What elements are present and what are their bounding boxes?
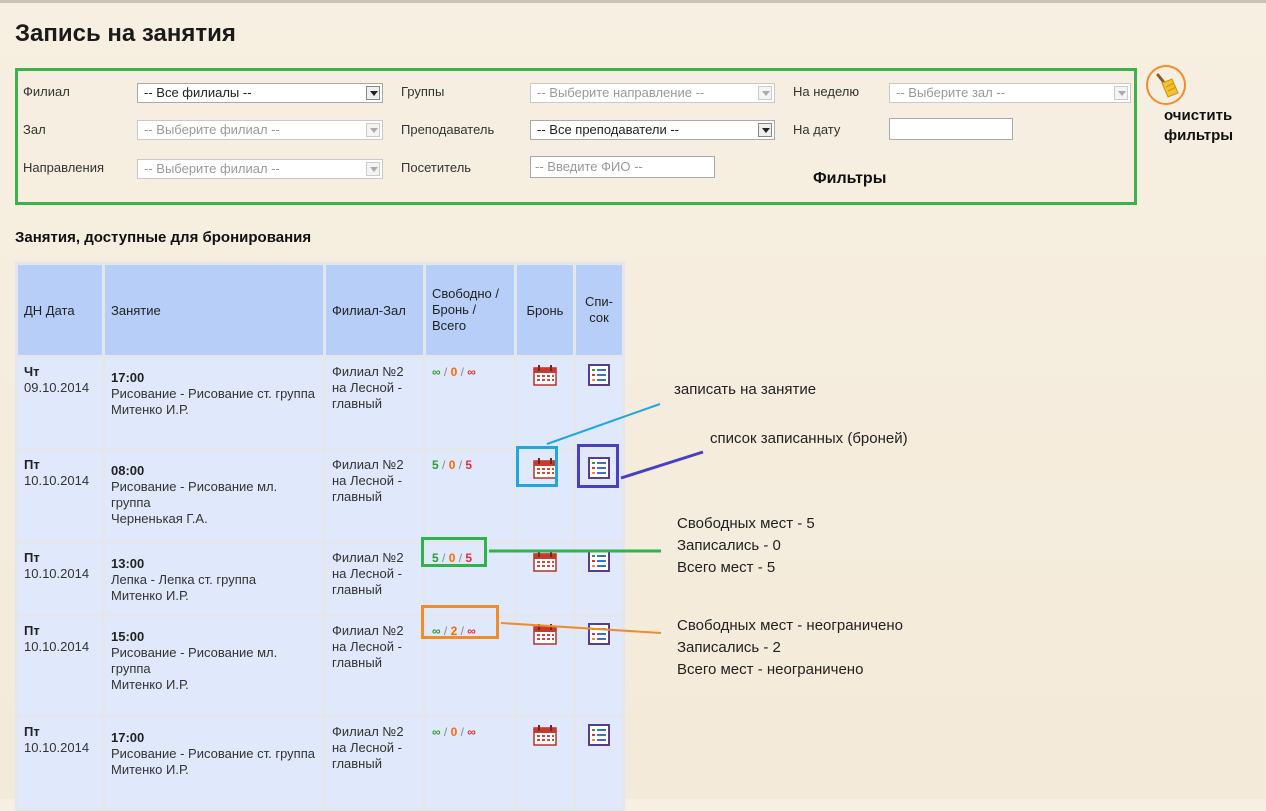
annotation-unlimited-line3: Всего мест - неограничено (677, 661, 864, 678)
annotation-limited-line3: Всего мест - 5 (677, 559, 776, 576)
annotation-list-text: список записанных (броней) (710, 430, 908, 447)
annotation-book-text: записать на занятие (674, 381, 817, 398)
annotation-lines (489, 403, 704, 634)
annotation-limited-line1: Свободных мест - 5 (677, 515, 815, 532)
annotation-unlimited-line2: Записались - 2 (677, 639, 781, 656)
annotation-unlimited-line1: Свободных мест - неограничено (677, 617, 903, 634)
annotation-limited-line2: Записались - 0 (677, 537, 781, 554)
